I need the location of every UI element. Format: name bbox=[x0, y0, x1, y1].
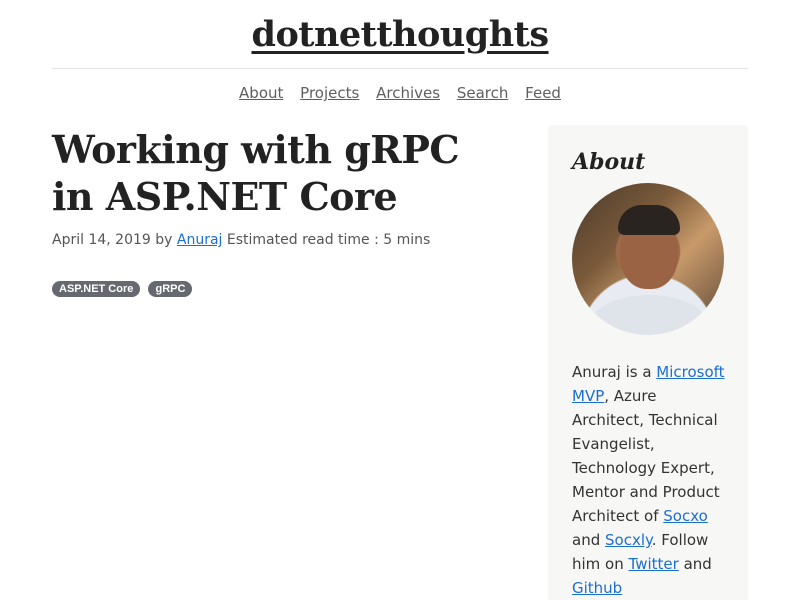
nav-link-archives[interactable]: Archives bbox=[376, 84, 440, 102]
tag-aspnet-core[interactable]: ASP.NET Core bbox=[52, 281, 141, 297]
github-link[interactable]: Github bbox=[572, 579, 622, 597]
post-meta: April 14, 2019 by Anuraj Estimated read … bbox=[52, 232, 430, 248]
read-time: Estimated read time : 5 mins bbox=[226, 232, 431, 248]
main-nav: About Projects Archives Search Feed bbox=[0, 84, 800, 102]
author-avatar bbox=[572, 183, 724, 335]
post-title: Working with gRPC in ASP.NET Core bbox=[52, 127, 460, 219]
author-link[interactable]: Anuraj bbox=[177, 232, 223, 248]
bio-text-1: Anuraj is a bbox=[572, 363, 657, 381]
bio-text-2: , Azure Architect, Technical Evangelist,… bbox=[572, 387, 720, 525]
avatar-hair bbox=[618, 205, 680, 235]
post-date: April 14, 2019 bbox=[52, 232, 151, 248]
socxo-link[interactable]: Socxo bbox=[663, 507, 708, 525]
nav-link-projects[interactable]: Projects bbox=[300, 84, 359, 102]
bio-text-5: and bbox=[678, 555, 712, 573]
site-title-link[interactable]: dotnetthoughts bbox=[0, 14, 800, 55]
sidebar-heading: About bbox=[572, 149, 646, 175]
tag-list: ASP.NET Core gRPC bbox=[52, 277, 195, 297]
author-bio: Anuraj is a Microsoft MVP, Azure Archite… bbox=[572, 360, 732, 600]
header-divider bbox=[52, 68, 748, 69]
socxly-link[interactable]: Socxly bbox=[605, 531, 652, 549]
tag-grpc[interactable]: gRPC bbox=[148, 281, 193, 297]
post-by: by bbox=[155, 232, 173, 248]
about-sidebar: About Anuraj is a Microsoft MVP, Azure A… bbox=[548, 125, 748, 600]
bio-text-3: and bbox=[572, 531, 605, 549]
nav-link-feed[interactable]: Feed bbox=[525, 84, 561, 102]
nav-link-search[interactable]: Search bbox=[457, 84, 509, 102]
nav-link-about[interactable]: About bbox=[239, 84, 283, 102]
twitter-link[interactable]: Twitter bbox=[629, 555, 679, 573]
avatar-shirt bbox=[590, 295, 708, 335]
